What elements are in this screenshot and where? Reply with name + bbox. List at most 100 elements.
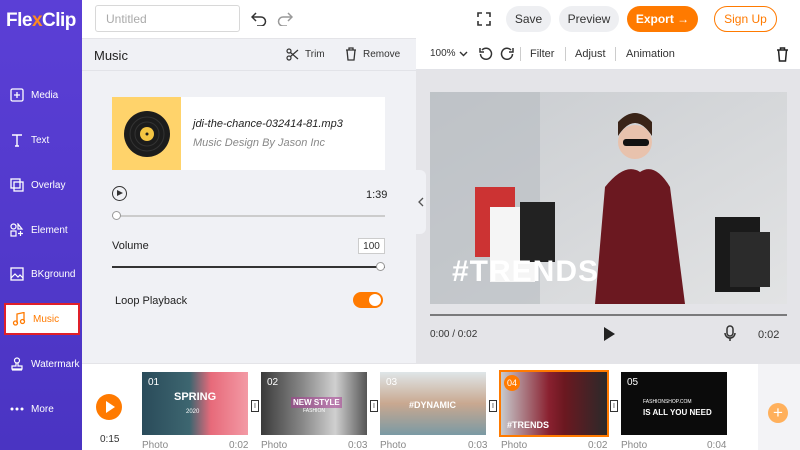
- remove-button[interactable]: Remove: [345, 47, 400, 61]
- music-duration: 1:39: [366, 189, 388, 201]
- chevron-down-icon: [459, 51, 468, 56]
- volume-handle[interactable]: [376, 262, 385, 271]
- fullscreen-icon[interactable]: [474, 9, 494, 29]
- music-artist: Music Design By Jason Inc: [193, 137, 326, 149]
- volume-label: Volume: [112, 240, 149, 252]
- timeline-clip[interactable]: 03 #DYNAMIC: [380, 372, 486, 435]
- trash-icon[interactable]: [772, 44, 792, 64]
- preview-current-time: 0:00 / 0:02: [430, 329, 478, 340]
- clip-text: NEW STYLE: [291, 397, 342, 408]
- zoom-dropdown[interactable]: 100%: [430, 48, 468, 59]
- add-clip-area: +: [758, 364, 800, 450]
- panel-title: Music: [94, 48, 128, 63]
- save-button[interactable]: Save: [506, 6, 551, 32]
- timeline-clip[interactable]: 01 SPRING 2020: [142, 372, 248, 435]
- trim-label: Trim: [305, 49, 325, 60]
- clip-type: Photo: [380, 440, 407, 450]
- loop-playback-label: Loop Playback: [115, 295, 188, 307]
- music-play-button[interactable]: [112, 186, 127, 201]
- music-note-icon: [8, 312, 30, 326]
- background-icon: [6, 267, 28, 281]
- transition-icon[interactable]: I: [251, 400, 259, 412]
- transition-icon[interactable]: I: [370, 400, 378, 412]
- trash-icon: [346, 47, 356, 61]
- collapse-panel-button[interactable]: [416, 170, 426, 234]
- sidebar-item-label: Media: [31, 89, 59, 101]
- preview-play-button[interactable]: [604, 327, 615, 341]
- preview-progress-bar[interactable]: [430, 314, 787, 316]
- zoom-value: 100%: [430, 48, 456, 59]
- undo-icon[interactable]: [249, 9, 269, 29]
- timeline-play-button[interactable]: [96, 394, 122, 420]
- progress-handle[interactable]: [112, 211, 121, 220]
- project-title-input[interactable]: [95, 5, 240, 32]
- redo-icon[interactable]: [275, 9, 295, 29]
- clip-duration: 0:03: [348, 440, 368, 450]
- transition-icon[interactable]: I: [610, 400, 618, 412]
- sidebar-item-element[interactable]: Element: [4, 214, 80, 246]
- panel-header: Music Trim Remove: [82, 39, 416, 71]
- export-button[interactable]: Export →: [627, 6, 698, 32]
- media-icon: [6, 88, 28, 102]
- text-icon: [6, 133, 28, 147]
- sidebar-item-label: Element: [31, 224, 68, 236]
- clip-subtext: 2020: [186, 409, 200, 415]
- preview-area: 100% Filter Adjust Animation #TRENDS 0:0…: [416, 38, 800, 363]
- music-progress-slider[interactable]: [112, 211, 385, 220]
- timeline-clip-selected[interactable]: 04 #TRENDS: [499, 370, 609, 437]
- sidebar-item-label: More: [31, 403, 54, 415]
- preview-total-time: 0:02: [758, 329, 780, 341]
- sidebar-item-music[interactable]: Music: [4, 303, 80, 335]
- clip-type: Photo: [621, 440, 648, 450]
- clip-number: 04: [504, 375, 520, 391]
- sidebar-item-text[interactable]: Text: [4, 124, 80, 156]
- preview-button[interactable]: Preview: [559, 6, 619, 32]
- clip-text: #DYNAMIC: [409, 400, 457, 410]
- clip-type: Photo: [261, 440, 288, 450]
- clip-subtext: FASHION: [303, 408, 325, 414]
- sidebar-item-overlay[interactable]: Overlay: [4, 169, 80, 201]
- rotate-left-icon[interactable]: [476, 44, 496, 64]
- clip-text: #TRENDS: [507, 420, 550, 430]
- divider: [520, 47, 521, 61]
- music-file-name: jdi-the-chance-032414-81.mp3: [193, 118, 343, 130]
- microphone-icon[interactable]: [724, 325, 736, 345]
- volume-value[interactable]: 100: [358, 238, 385, 254]
- divider: [565, 47, 566, 61]
- sidebar-item-label: Music: [33, 313, 60, 325]
- volume-slider[interactable]: [112, 262, 385, 271]
- timeline: 0:15 01 SPRING 2020 Photo 0:02 I 02 NEW …: [82, 363, 800, 450]
- add-clip-button[interactable]: +: [768, 403, 788, 423]
- preview-overlay-text[interactable]: #TRENDS: [452, 255, 599, 289]
- timeline-clip[interactable]: 02 NEW STYLE FASHION: [261, 372, 367, 435]
- sidebar-item-label: BKground: [31, 268, 76, 280]
- video-preview[interactable]: #TRENDS: [430, 92, 787, 304]
- editor-toolbar: 100% Filter Adjust Animation: [416, 38, 800, 70]
- logo-suffix: Clip: [42, 10, 76, 31]
- music-card: jdi-the-chance-032414-81.mp3 Music Desig…: [112, 97, 385, 170]
- flexclip-logo[interactable]: Fle x Clip: [6, 8, 76, 34]
- sign-up-button[interactable]: Sign Up: [714, 6, 777, 32]
- clip-text: SPRING: [174, 391, 217, 403]
- timeline-clip[interactable]: 05 FASHIONSHOP.COM IS ALL YOU NEED: [621, 372, 727, 435]
- clip-duration: 0:02: [588, 440, 608, 450]
- sidebar-item-bkground[interactable]: BKground: [4, 258, 80, 290]
- rotate-right-icon[interactable]: [497, 44, 517, 64]
- transition-icon[interactable]: I: [489, 400, 497, 412]
- sidebar-item-watermark[interactable]: Watermark: [4, 348, 80, 380]
- clip-number: 03: [386, 377, 398, 388]
- stamp-icon: [6, 357, 28, 371]
- clip-duration: 0:04: [707, 440, 727, 450]
- adjust-button[interactable]: Adjust: [575, 48, 606, 60]
- sidebar-item-media[interactable]: Media: [4, 79, 80, 111]
- scissors-icon: [286, 48, 299, 61]
- filter-button[interactable]: Filter: [530, 48, 554, 60]
- clip-text: IS ALL YOU NEED: [643, 408, 712, 417]
- music-panel: Music Trim Remove jdi-the-chance-032414-…: [82, 38, 416, 363]
- clip-duration: 0:02: [229, 440, 249, 450]
- clip-number: 02: [267, 377, 279, 388]
- trim-button[interactable]: Trim: [286, 48, 325, 61]
- loop-playback-toggle[interactable]: [353, 292, 383, 308]
- animation-button[interactable]: Animation: [626, 48, 675, 60]
- sidebar-item-more[interactable]: More: [4, 393, 80, 425]
